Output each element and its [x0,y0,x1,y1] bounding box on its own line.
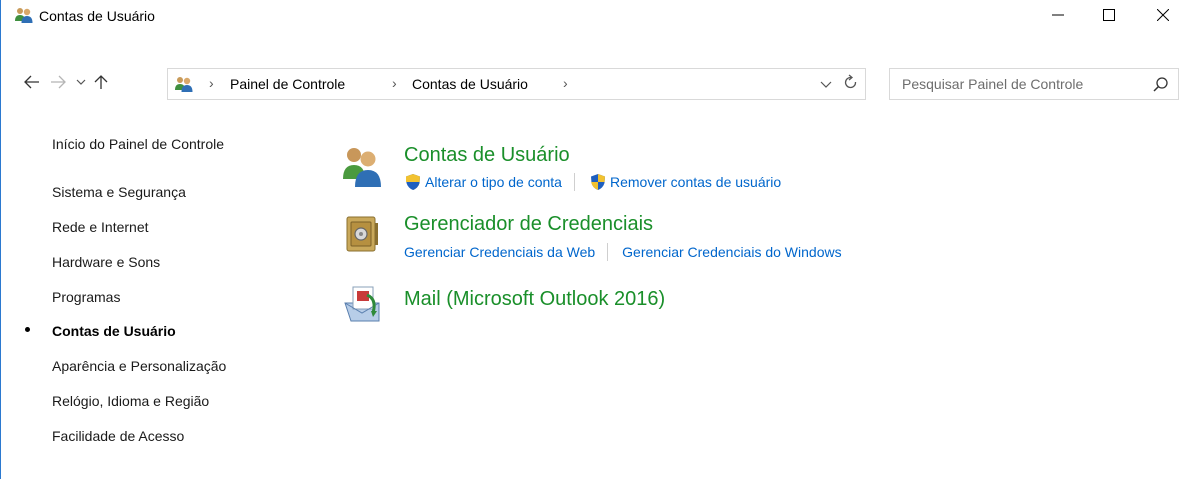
close-icon [1157,9,1169,21]
category-links-gerenciador-de-credenciais: Gerenciar Credenciais da Web Gerenciar C… [404,243,842,261]
sidebar-item-aparencia-e-personalizacao[interactable]: Aparência e Personalização [52,358,226,374]
link-gerenciar-credenciais-do-windows[interactable]: Gerenciar Credenciais do Windows [622,244,841,260]
users-icon[interactable] [341,143,383,187]
refresh-icon [844,74,857,89]
chevron-down-icon [820,81,832,88]
link-remover-contas-de-usuario[interactable]: Remover contas de usuário [589,173,781,191]
link-remover-contas-de-usuario-label[interactable]: Remover contas de usuário [610,174,781,190]
link-divider [607,243,609,261]
sidebar-item-rede-e-internet[interactable]: Rede e Internet [52,219,149,235]
category-title-gerenciador-de-credenciais[interactable]: Gerenciador de Credenciais [404,213,653,236]
back-button[interactable] [22,72,42,92]
sidebar-home-link[interactable]: Início do Painel de Controle [52,136,224,152]
link-alterar-tipo-de-conta-label[interactable]: Alterar o tipo de conta [425,174,562,190]
category-title-mail[interactable]: Mail (Microsoft Outlook 2016) [404,288,665,311]
category-title-contas-de-usuario[interactable]: Contas de Usuário [404,144,570,167]
arrow-up-icon [94,75,108,89]
users-icon [15,8,33,23]
link-gerenciar-credenciais-da-web[interactable]: Gerenciar Credenciais da Web [404,244,595,260]
sidebar-item-relogio-idioma-e-regiao[interactable]: Relógio, Idioma e Região [52,393,209,409]
link-divider [573,173,575,191]
refresh-button[interactable] [841,74,861,94]
breadcrumb-separator-icon[interactable]: › [563,75,568,91]
up-button[interactable] [91,72,111,92]
chevron-down-icon [76,79,86,85]
minimize-icon [1052,14,1064,16]
address-bar[interactable]: › Painel de Controle › Contas de Usuário… [167,68,866,100]
link-alterar-tipo-de-conta[interactable]: Alterar o tipo de conta [404,173,562,191]
maximize-icon [1103,9,1115,21]
forward-button[interactable] [48,72,68,92]
search-input[interactable] [890,69,1146,99]
breadcrumb-separator-icon[interactable]: › [209,75,214,91]
mail-icon[interactable] [341,281,383,325]
sidebar-item-programas[interactable]: Programas [52,289,120,305]
users-icon [175,77,193,92]
sidebar-item-facilidade-de-acesso[interactable]: Facilidade de Acesso [52,428,184,444]
control-panel-window: Contas de Usuário › Painel de Controle ›… [0,0,1198,479]
title-bar: Contas de Usuário [1,0,1198,30]
uac-shield-icon [590,174,605,190]
close-button[interactable] [1140,0,1186,30]
address-history-button[interactable] [820,77,834,93]
sidebar-item-contas-de-usuario[interactable]: Contas de Usuário [52,323,176,339]
category-links-contas-de-usuario: Alterar o tipo de conta Remover contas d… [404,173,781,191]
recent-locations-button[interactable] [71,72,91,92]
breadcrumb-separator-icon[interactable]: › [392,75,397,91]
sidebar-item-hardware-e-sons[interactable]: Hardware e Sons [52,254,160,270]
credential-vault-icon[interactable] [341,213,383,257]
search-icon[interactable] [1152,76,1170,94]
breadcrumb-painel-de-controle[interactable]: Painel de Controle [230,76,345,92]
maximize-button[interactable] [1086,0,1132,30]
sidebar-item-sistema-e-seguranca[interactable]: Sistema e Segurança [52,184,186,200]
uac-shield-icon [406,174,420,190]
active-item-bullet-icon [25,327,30,332]
search-box[interactable] [889,68,1179,100]
arrow-left-icon [24,75,39,89]
breadcrumb-contas-de-usuario[interactable]: Contas de Usuário [412,76,528,92]
window-title: Contas de Usuário [39,8,155,24]
arrow-right-icon [51,75,66,89]
minimize-button[interactable] [1035,0,1081,30]
navigation-bar: › Painel de Controle › Contas de Usuário… [1,64,1198,100]
